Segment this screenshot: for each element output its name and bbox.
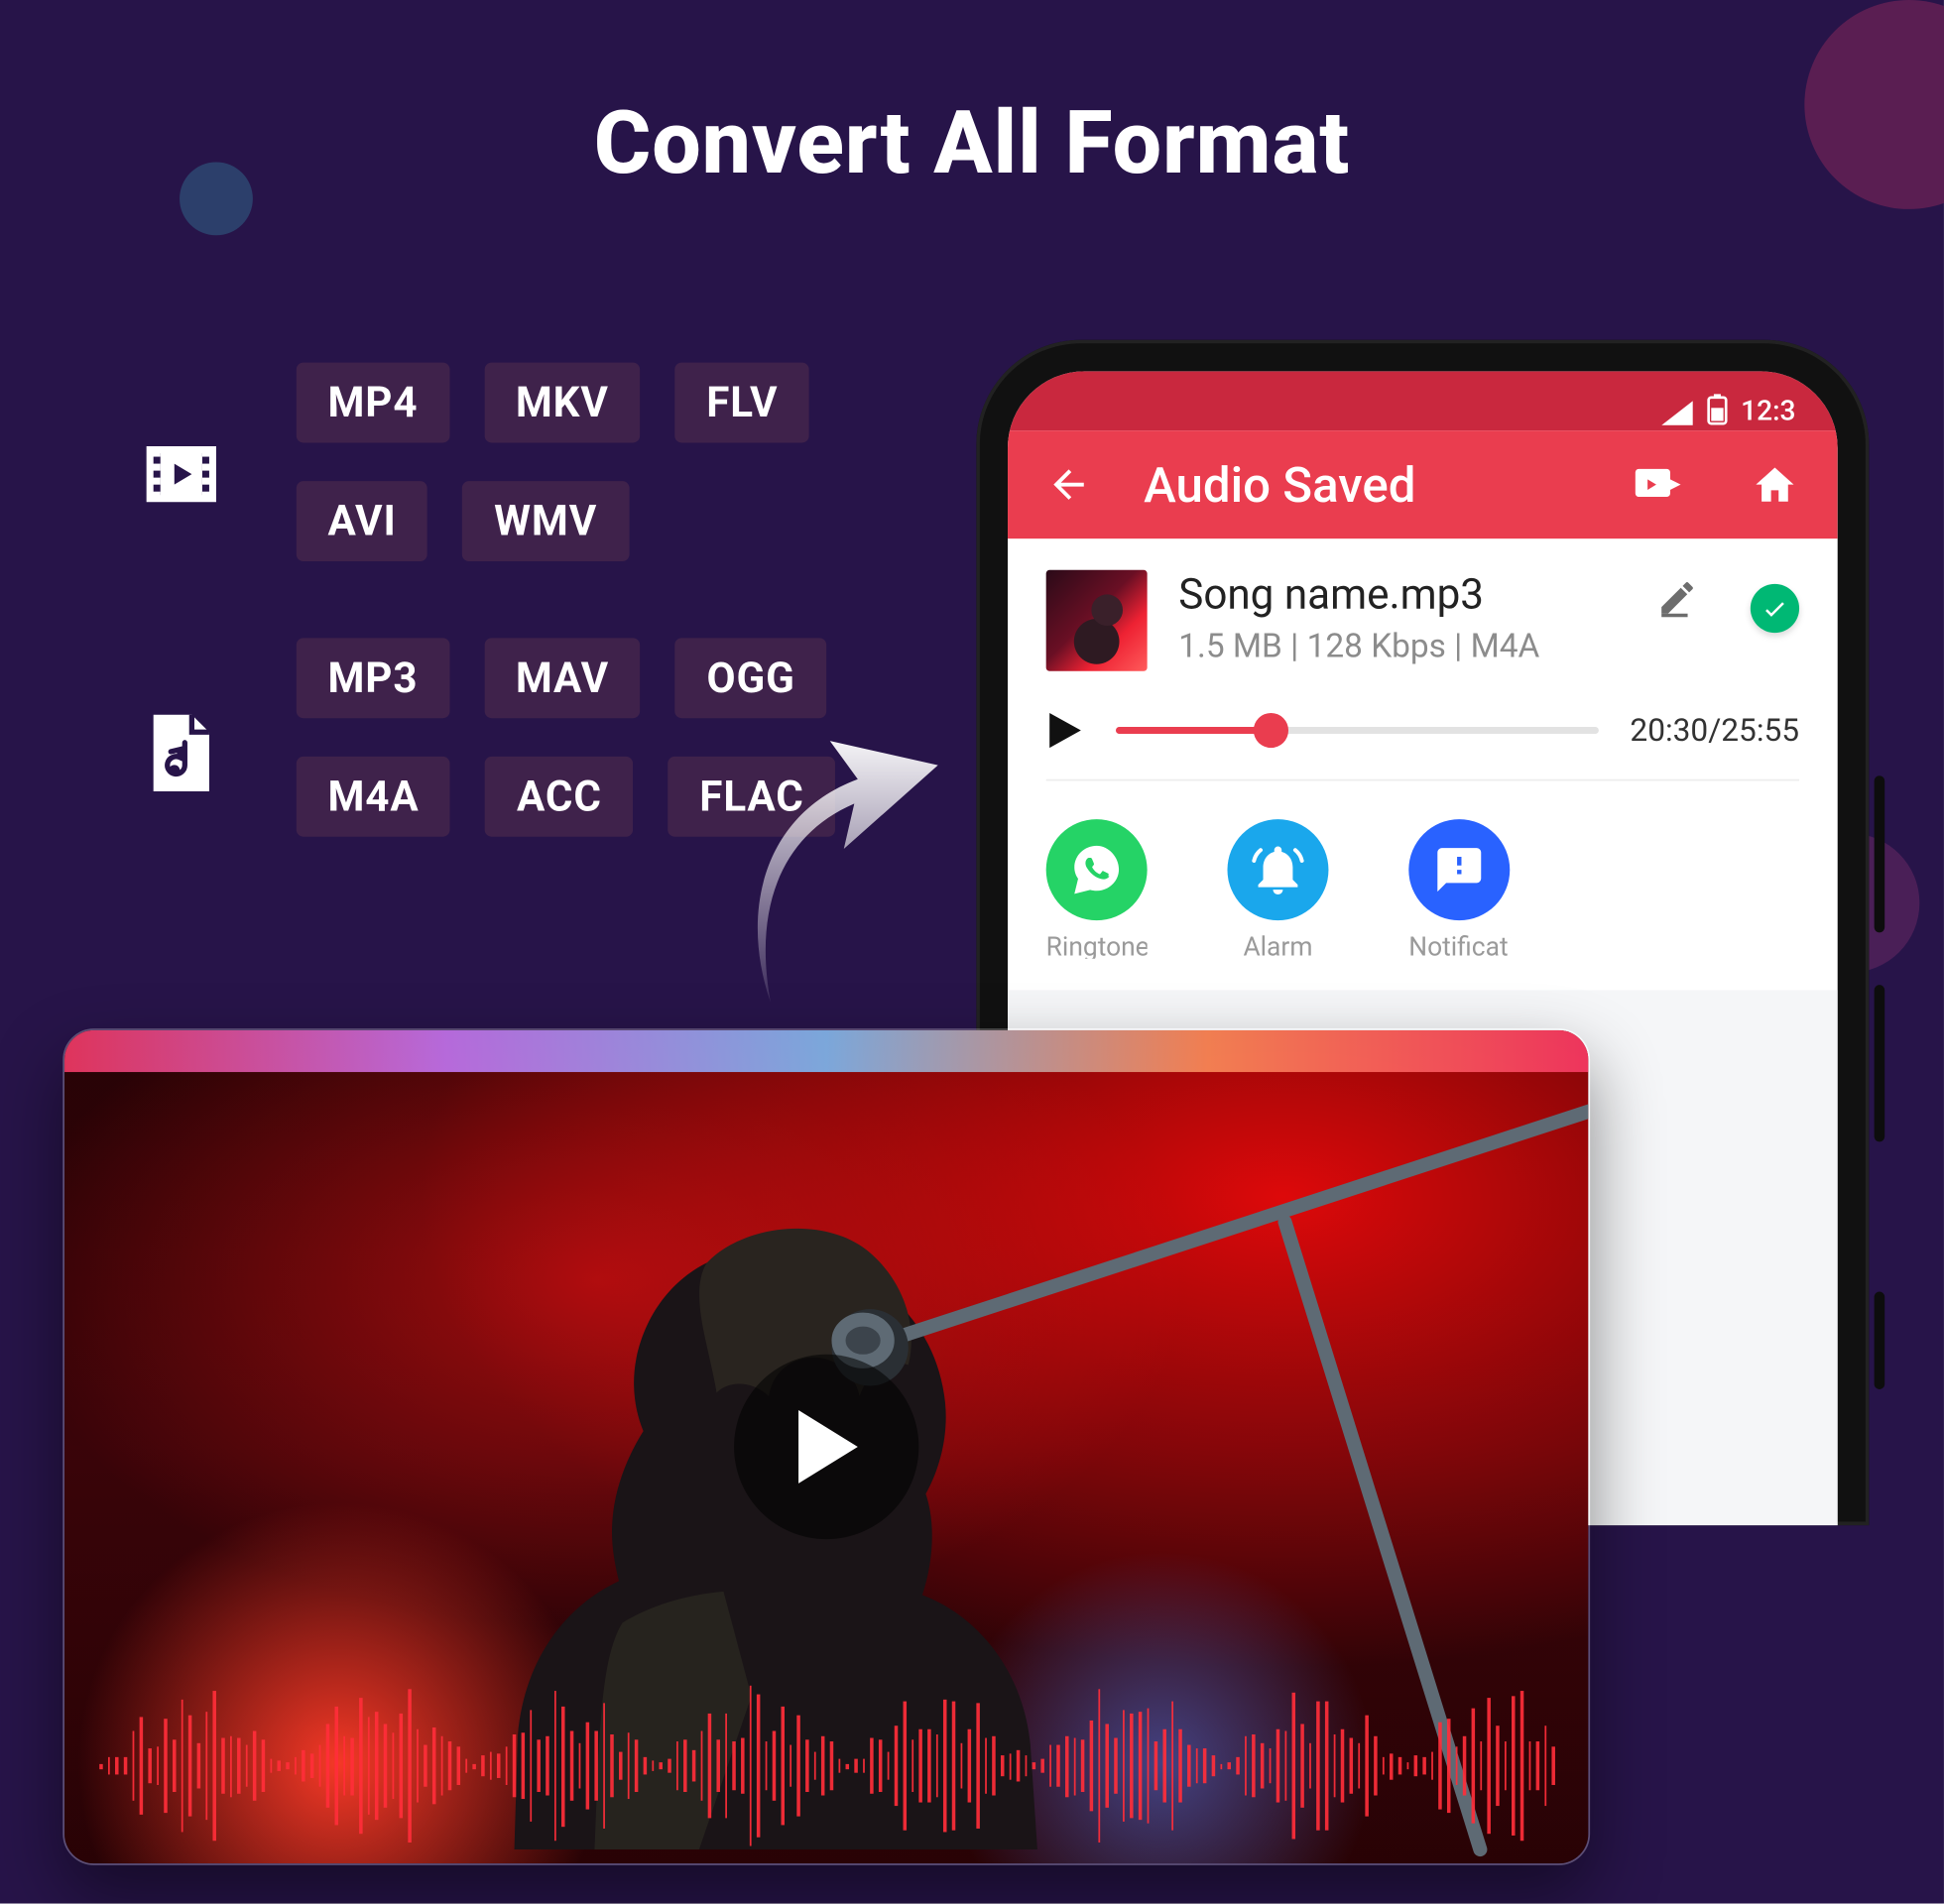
status-time: 12:3 [1741,394,1795,426]
file-thumbnail [1046,570,1148,671]
player-time: 20:30/25:55 [1630,712,1799,749]
set-notification-button[interactable] [1408,819,1510,920]
audio-waveform [99,1700,1553,1833]
app-bar: Audio Saved [1008,430,1838,538]
phone-side-button [1875,1292,1885,1389]
share-label-alarm: Alarm [1227,931,1328,959]
success-check-icon [1751,584,1799,633]
format-chip-mav[interactable]: MAV [484,638,640,718]
format-chip-flv[interactable]: FLV [675,363,809,443]
export-icon[interactable] [1632,462,1680,508]
format-chip-ogg[interactable]: OGG [675,638,827,718]
format-chip-mkv[interactable]: MKV [484,363,640,443]
format-chip-mp3[interactable]: MP3 [297,638,449,718]
progress-fill [1116,727,1271,734]
home-icon[interactable] [1751,462,1799,508]
set-alarm-button[interactable] [1227,819,1328,920]
back-icon[interactable] [1046,462,1092,508]
appbar-title: Audio Saved [1144,456,1590,514]
signal-icon [1660,401,1692,425]
share-label-notification: Notification [1408,931,1510,959]
phone-side-button [1875,985,1885,1141]
status-bar: 12:3 [1008,371,1838,430]
share-labels: Ringtone Alarm Notification [1008,920,1838,959]
share-whatsapp-button[interactable] [1046,819,1148,920]
play-button[interactable] [734,1355,918,1539]
format-chip-acc[interactable]: ACC [485,757,633,837]
file-meta: 1.5 MB | 128 Kbps | M4A [1178,626,1614,665]
gradient-accent [64,1030,1588,1072]
audio-player: 20:30/25:55 [1046,709,1799,751]
video-preview-card [62,1028,1590,1865]
file-name: Song name.mp3 [1178,570,1614,619]
edit-icon[interactable] [1656,577,1698,619]
format-chip-m4a[interactable]: M4A [297,757,450,837]
video-file-icon [140,432,223,516]
arrow-icon [750,767,941,976]
progress-knob[interactable] [1253,713,1287,748]
saved-file-card: Song name.mp3 1.5 MB | 128 Kbps | M4A [1008,538,1838,779]
share-label-ringtone: Ringtone [1046,931,1148,959]
format-chip-mp4[interactable]: MP4 [297,363,449,443]
video-formats-block: MP4 MKV FLV AVI WMV [140,363,809,561]
audio-formats-block: MP3 MAV OGG M4A ACC FLAC [140,638,836,836]
play-icon[interactable] [1046,709,1085,751]
battery-icon [1706,394,1727,425]
phone-side-button [1875,775,1885,932]
audio-file-icon [140,711,223,794]
share-row [1008,780,1838,920]
progress-track[interactable] [1116,727,1599,734]
format-chip-avi[interactable]: AVI [297,481,428,561]
format-chip-wmv[interactable]: WMV [463,481,629,561]
page-title: Convert All Format [0,94,1944,195]
video-format-chips: MP4 MKV FLV AVI WMV [297,363,809,561]
